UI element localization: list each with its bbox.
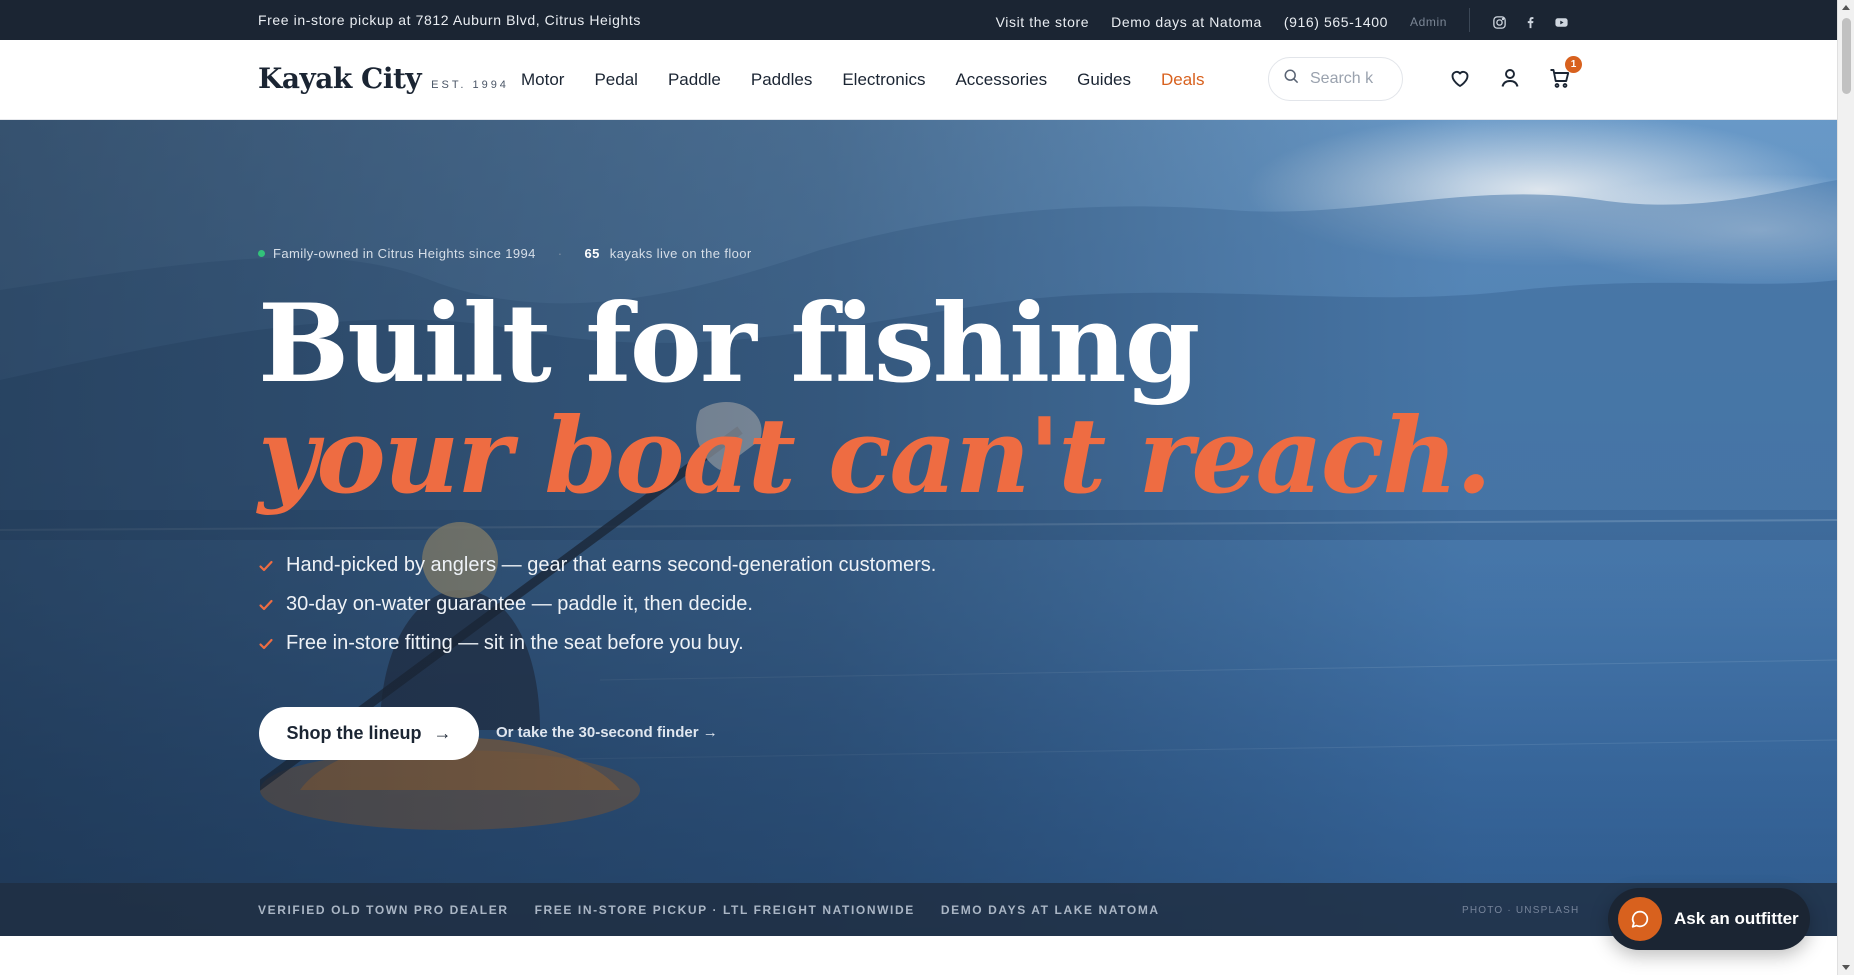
main-nav: Motor Pedal Paddle Paddles Electronics A… bbox=[521, 70, 1204, 90]
hero-meta: Family-owned in Citrus Heights since 199… bbox=[258, 246, 752, 261]
ask-outfitter-button[interactable]: Ask an outfitter bbox=[1608, 888, 1810, 950]
top-utility-bar: Free in-store pickup at 7812 Auburn Blvd… bbox=[0, 0, 1837, 40]
account-icon[interactable] bbox=[1498, 66, 1522, 90]
scroll-up-arrow[interactable] bbox=[1842, 5, 1850, 10]
facebook-icon[interactable] bbox=[1523, 15, 1538, 30]
nav-item-paddles[interactable]: Paddles bbox=[751, 70, 812, 90]
phone-link[interactable]: (916) 565-1400 bbox=[1284, 14, 1388, 30]
visit-store-link[interactable]: Visit the store bbox=[996, 14, 1090, 30]
nav-item-pedal[interactable]: Pedal bbox=[594, 70, 637, 90]
instagram-icon[interactable] bbox=[1492, 15, 1507, 30]
nav-item-accessories[interactable]: Accessories bbox=[955, 70, 1047, 90]
hero-overlay bbox=[0, 120, 1837, 936]
scroll-thumb[interactable] bbox=[1842, 18, 1851, 94]
hero-section: Family-owned in Citrus Heights since 199… bbox=[0, 120, 1837, 936]
nav-item-motor[interactable]: Motor bbox=[521, 70, 564, 90]
check-icon bbox=[259, 638, 273, 649]
nav-item-paddle[interactable]: Paddle bbox=[668, 70, 721, 90]
logo-established: EST. 1994 bbox=[431, 79, 509, 91]
nav-item-deals[interactable]: Deals bbox=[1161, 70, 1204, 90]
finder-link[interactable]: Or take the 30-second finder → bbox=[496, 724, 718, 741]
arrow-right-icon: → bbox=[433, 723, 452, 743]
nav-item-guides[interactable]: Guides bbox=[1077, 70, 1131, 90]
trust-item-pickup: FREE IN-STORE PICKUP · LTL FREIGHT NATIO… bbox=[534, 903, 915, 917]
page-scrollbar[interactable] bbox=[1837, 0, 1854, 975]
trust-item-dealer: VERIFIED OLD TOWN PRO DEALER bbox=[258, 903, 509, 917]
scroll-down-arrow[interactable] bbox=[1842, 965, 1850, 970]
hero-headline: Built for fishing bbox=[258, 281, 1200, 407]
ask-outfitter-label: Ask an outfitter bbox=[1674, 909, 1799, 928]
trust-strip: VERIFIED OLD TOWN PRO DEALER FREE IN-STO… bbox=[0, 883, 1837, 936]
benefit-text: Free in-store fitting — sit in the seat … bbox=[286, 632, 744, 654]
site-header: Kayak City EST. 1994 Motor Pedal Paddle … bbox=[0, 40, 1837, 120]
benefit-item: Free in-store fitting — sit in the seat … bbox=[258, 632, 936, 655]
logo-name: Kayak City bbox=[258, 62, 422, 95]
kayak-count-label: kayaks live on the floor bbox=[609, 246, 752, 261]
header-icons: 1 bbox=[1448, 56, 1582, 90]
search-icon bbox=[1283, 68, 1300, 90]
shop-lineup-button[interactable]: Shop the lineup → bbox=[259, 707, 479, 760]
check-icon bbox=[259, 560, 273, 571]
hero-benefits: Hand-picked by anglers — gear that earns… bbox=[258, 554, 936, 655]
chat-bubble-icon bbox=[1618, 897, 1662, 941]
trust-items: VERIFIED OLD TOWN PRO DEALER FREE IN-STO… bbox=[258, 903, 1160, 917]
pickup-notice: Free in-store pickup at 7812 Auburn Blvd… bbox=[258, 12, 641, 28]
benefit-item: 30-day on-water guarantee — paddle it, t… bbox=[258, 593, 936, 616]
live-status-dot bbox=[258, 250, 265, 257]
topbar-links: Visit the store Demo days at Natoma (916… bbox=[996, 8, 1569, 32]
social-links bbox=[1492, 15, 1569, 30]
site-logo[interactable]: Kayak City EST. 1994 bbox=[258, 62, 509, 95]
search-input[interactable] bbox=[1310, 70, 1380, 88]
check-icon bbox=[259, 599, 273, 610]
trust-item-demo: DEMO DAYS AT LAKE NATOMA bbox=[940, 903, 1160, 917]
hero-headline-accent: your boat can't reach. bbox=[258, 394, 1492, 517]
search-box[interactable] bbox=[1268, 57, 1403, 101]
youtube-icon[interactable] bbox=[1554, 15, 1569, 30]
photo-credit: PHOTO · UNSPLASH bbox=[1462, 905, 1580, 916]
benefit-item: Hand-picked by anglers — gear that earns… bbox=[258, 554, 936, 577]
demo-days-link[interactable]: Demo days at Natoma bbox=[1111, 14, 1262, 30]
nav-item-electronics[interactable]: Electronics bbox=[842, 70, 925, 90]
family-owned-note: Family-owned in Citrus Heights since 199… bbox=[273, 246, 536, 261]
kayak-count: 65 bbox=[584, 246, 600, 261]
cart-button[interactable]: 1 bbox=[1548, 56, 1582, 90]
heart-icon[interactable] bbox=[1448, 66, 1472, 90]
topbar-divider bbox=[1469, 8, 1470, 32]
shop-lineup-label: Shop the lineup bbox=[286, 723, 422, 743]
admin-link[interactable]: Admin bbox=[1410, 15, 1447, 29]
benefit-text: Hand-picked by anglers — gear that earns… bbox=[286, 554, 937, 576]
benefit-text: 30-day on-water guarantee — paddle it, t… bbox=[286, 593, 753, 615]
cart-count-badge: 1 bbox=[1565, 56, 1582, 73]
meta-separator: · bbox=[557, 246, 563, 261]
